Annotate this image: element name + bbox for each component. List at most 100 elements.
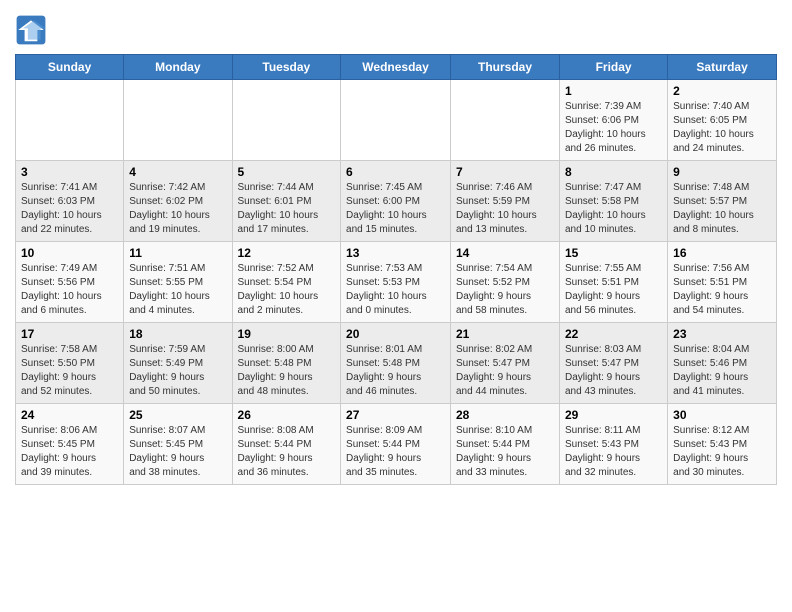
day-number: 12 xyxy=(238,246,336,260)
calendar-week-row: 17Sunrise: 7:58 AM Sunset: 5:50 PM Dayli… xyxy=(16,323,777,404)
day-number: 18 xyxy=(129,327,226,341)
weekday-header: Thursday xyxy=(451,55,560,80)
calendar-cell xyxy=(124,80,232,161)
calendar-cell xyxy=(341,80,451,161)
day-number: 23 xyxy=(673,327,771,341)
day-info: Sunrise: 8:03 AM Sunset: 5:47 PM Dayligh… xyxy=(565,343,662,399)
day-number: 19 xyxy=(238,327,336,341)
day-number: 2 xyxy=(673,84,771,98)
day-info: Sunrise: 8:07 AM Sunset: 5:45 PM Dayligh… xyxy=(129,424,226,480)
day-info: Sunrise: 7:44 AM Sunset: 6:01 PM Dayligh… xyxy=(238,181,336,237)
day-info: Sunrise: 7:40 AM Sunset: 6:05 PM Dayligh… xyxy=(673,100,771,156)
day-info: Sunrise: 7:48 AM Sunset: 5:57 PM Dayligh… xyxy=(673,181,771,237)
day-number: 10 xyxy=(21,246,118,260)
day-info: Sunrise: 7:59 AM Sunset: 5:49 PM Dayligh… xyxy=(129,343,226,399)
day-info: Sunrise: 7:54 AM Sunset: 5:52 PM Dayligh… xyxy=(456,262,554,318)
calendar-week-row: 1 Sunrise: 7:39 AM Sunset: 6:06 PM Daylig… xyxy=(16,80,777,161)
day-info: Sunrise: 7:41 AM Sunset: 6:03 PM Dayligh… xyxy=(21,181,118,237)
day-number: 29 xyxy=(565,408,662,422)
calendar-cell: 5Sunrise: 7:44 AM Sunset: 6:01 PM Daylig… xyxy=(232,161,341,242)
calendar-cell: 27Sunrise: 8:09 AM Sunset: 5:44 PM Dayli… xyxy=(341,404,451,485)
day-number: 13 xyxy=(346,246,445,260)
calendar-cell: 2 Sunrise: 7:40 AM Sunset: 6:05 PM Daylig… xyxy=(668,80,777,161)
day-info: Sunrise: 7:52 AM Sunset: 5:54 PM Dayligh… xyxy=(238,262,336,318)
day-info: Sunrise: 7:42 AM Sunset: 6:02 PM Dayligh… xyxy=(129,181,226,237)
calendar-cell: 21 Sunrise: 8:02 AM Sunset: 5:47 PM Dayli… xyxy=(451,323,560,404)
day-info: Sunrise: 7:58 AM Sunset: 5:50 PM Dayligh… xyxy=(21,343,118,399)
weekday-header: Wednesday xyxy=(341,55,451,80)
calendar-cell xyxy=(232,80,341,161)
day-info: Sunrise: 7:46 AM Sunset: 5:59 PM Dayligh… xyxy=(456,181,554,237)
weekday-header: Friday xyxy=(560,55,668,80)
calendar-cell: 13 Sunrise: 7:53 AM Sunset: 5:53 PM Dayli… xyxy=(341,242,451,323)
calendar-cell: 23 Sunrise: 8:04 AM Sunset: 5:46 PM Dayli… xyxy=(668,323,777,404)
calendar-cell: 1 Sunrise: 7:39 AM Sunset: 6:06 PM Daylig… xyxy=(560,80,668,161)
day-info: Sunrise: 8:08 AM Sunset: 5:44 PM Dayligh… xyxy=(238,424,336,480)
weekday-header-row: SundayMondayTuesdayWednesdayThursdayFrid… xyxy=(16,55,777,80)
day-info: Sunrise: 7:49 AM Sunset: 5:56 PM Dayligh… xyxy=(21,262,118,318)
logo xyxy=(15,14,51,46)
day-number: 26 xyxy=(238,408,336,422)
calendar-cell: 22 Sunrise: 8:03 AM Sunset: 5:47 PM Dayli… xyxy=(560,323,668,404)
day-info: Sunrise: 7:53 AM Sunset: 5:53 PM Dayligh… xyxy=(346,262,445,318)
day-number: 22 xyxy=(565,327,662,341)
weekday-header: Tuesday xyxy=(232,55,341,80)
day-number: 3 xyxy=(21,165,118,179)
day-info: Sunrise: 7:45 AM Sunset: 6:00 PM Dayligh… xyxy=(346,181,445,237)
day-info: Sunrise: 8:01 AM Sunset: 5:48 PM Dayligh… xyxy=(346,343,445,399)
day-number: 21 xyxy=(456,327,554,341)
day-number: 8 xyxy=(565,165,662,179)
day-number: 9 xyxy=(673,165,771,179)
day-info: Sunrise: 7:47 AM Sunset: 5:58 PM Dayligh… xyxy=(565,181,662,237)
day-info: Sunrise: 7:55 AM Sunset: 5:51 PM Dayligh… xyxy=(565,262,662,318)
day-number: 11 xyxy=(129,246,226,260)
day-info: Sunrise: 8:02 AM Sunset: 5:47 PM Dayligh… xyxy=(456,343,554,399)
calendar-cell: 8 Sunrise: 7:47 AM Sunset: 5:58 PM Daylig… xyxy=(560,161,668,242)
weekday-header: Monday xyxy=(124,55,232,80)
calendar-cell: 16 Sunrise: 7:56 AM Sunset: 5:51 PM Dayli… xyxy=(668,242,777,323)
calendar-cell xyxy=(16,80,124,161)
calendar-cell: 24 Sunrise: 8:06 AM Sunset: 5:45 PM Dayli… xyxy=(16,404,124,485)
calendar-cell: 26 Sunrise: 8:08 AM Sunset: 5:44 PM Dayli… xyxy=(232,404,341,485)
day-info: Sunrise: 7:56 AM Sunset: 5:51 PM Dayligh… xyxy=(673,262,771,318)
logo-icon xyxy=(15,14,47,46)
day-info: Sunrise: 8:11 AM Sunset: 5:43 PM Dayligh… xyxy=(565,424,662,480)
calendar-week-row: 3 Sunrise: 7:41 AM Sunset: 6:03 PM Daylig… xyxy=(16,161,777,242)
day-number: 6 xyxy=(346,165,445,179)
day-number: 1 xyxy=(565,84,662,98)
weekday-header: Saturday xyxy=(668,55,777,80)
calendar-cell: 11 Sunrise: 7:51 AM Sunset: 5:55 PM Dayli… xyxy=(124,242,232,323)
calendar-cell: 18 Sunrise: 7:59 AM Sunset: 5:49 PM Dayli… xyxy=(124,323,232,404)
page-header xyxy=(15,10,777,46)
day-number: 25 xyxy=(129,408,226,422)
day-number: 28 xyxy=(456,408,554,422)
day-number: 30 xyxy=(673,408,771,422)
calendar-cell: 14 Sunrise: 7:54 AM Sunset: 5:52 PM Dayli… xyxy=(451,242,560,323)
day-info: Sunrise: 7:51 AM Sunset: 5:55 PM Dayligh… xyxy=(129,262,226,318)
day-info: Sunrise: 7:39 AM Sunset: 6:06 PM Dayligh… xyxy=(565,100,662,156)
day-number: 27 xyxy=(346,408,445,422)
day-info: Sunrise: 8:04 AM Sunset: 5:46 PM Dayligh… xyxy=(673,343,771,399)
day-number: 14 xyxy=(456,246,554,260)
day-number: 20 xyxy=(346,327,445,341)
calendar-cell: 4Sunrise: 7:42 AM Sunset: 6:02 PM Daylig… xyxy=(124,161,232,242)
day-info: Sunrise: 8:12 AM Sunset: 5:43 PM Dayligh… xyxy=(673,424,771,480)
day-info: Sunrise: 8:10 AM Sunset: 5:44 PM Dayligh… xyxy=(456,424,554,480)
calendar-cell: 3 Sunrise: 7:41 AM Sunset: 6:03 PM Daylig… xyxy=(16,161,124,242)
calendar-cell xyxy=(451,80,560,161)
calendar-cell: 20 Sunrise: 8:01 AM Sunset: 5:48 PM Dayli… xyxy=(341,323,451,404)
day-info: Sunrise: 8:06 AM Sunset: 5:45 PM Dayligh… xyxy=(21,424,118,480)
calendar-week-row: 24 Sunrise: 8:06 AM Sunset: 5:45 PM Dayli… xyxy=(16,404,777,485)
day-number: 16 xyxy=(673,246,771,260)
day-number: 7 xyxy=(456,165,554,179)
day-number: 24 xyxy=(21,408,118,422)
calendar-cell: 17Sunrise: 7:58 AM Sunset: 5:50 PM Dayli… xyxy=(16,323,124,404)
calendar-cell: 30 Sunrise: 8:12 AM Sunset: 5:43 PM Dayli… xyxy=(668,404,777,485)
weekday-header: Sunday xyxy=(16,55,124,80)
calendar-cell: 15Sunrise: 7:55 AM Sunset: 5:51 PM Dayli… xyxy=(560,242,668,323)
calendar-week-row: 10 Sunrise: 7:49 AM Sunset: 5:56 PM Dayli… xyxy=(16,242,777,323)
calendar-cell: 7 Sunrise: 7:46 AM Sunset: 5:59 PM Daylig… xyxy=(451,161,560,242)
calendar-cell: 9 Sunrise: 7:48 AM Sunset: 5:57 PM Daylig… xyxy=(668,161,777,242)
day-info: Sunrise: 8:00 AM Sunset: 5:48 PM Dayligh… xyxy=(238,343,336,399)
calendar-cell: 25 Sunrise: 8:07 AM Sunset: 5:45 PM Dayli… xyxy=(124,404,232,485)
